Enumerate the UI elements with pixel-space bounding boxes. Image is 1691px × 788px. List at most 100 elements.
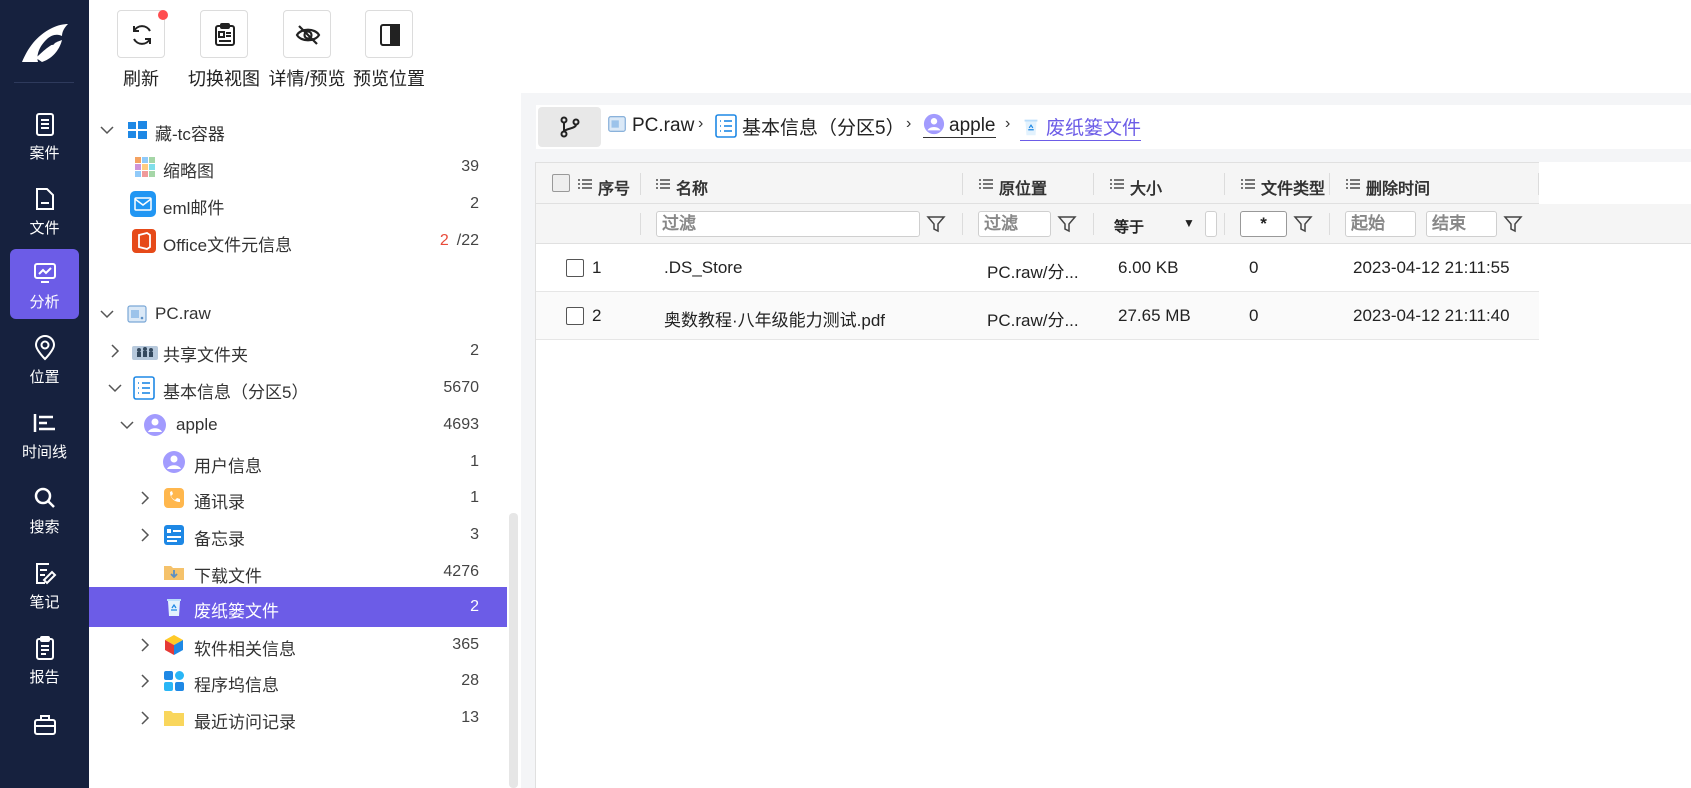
- select-all-checkbox[interactable]: [552, 174, 570, 192]
- breadcrumb-item-trash[interactable]: 废纸篓文件: [1020, 113, 1142, 141]
- search-icon: [34, 487, 55, 508]
- cell-size: 27.65 MB: [1118, 306, 1191, 325]
- evidence-tree: 藏-tc容器 缩略图 39 eml邮件 2 Office文件元信息 2/22 P…: [89, 110, 521, 788]
- app-logo-icon: [22, 24, 68, 62]
- list-icon: [979, 179, 993, 189]
- end-date-input[interactable]: 结束: [1426, 211, 1497, 237]
- tree-item-basic-info[interactable]: 基本信息（分区5） 5670: [89, 368, 507, 408]
- tree-item-label: 缩略图: [163, 162, 214, 181]
- chevron-right-icon: ›: [906, 115, 912, 132]
- eye-off-icon: [295, 25, 321, 45]
- tree-item-count: 4276: [443, 563, 479, 580]
- rail-label: 文件: [29, 220, 60, 237]
- filter-icon[interactable]: [1503, 214, 1523, 234]
- tree-item-apple[interactable]: apple 4693: [89, 405, 507, 445]
- filter-icon[interactable]: [1293, 214, 1313, 234]
- row-checkbox[interactable]: [566, 307, 584, 325]
- tree-item-office-meta[interactable]: Office文件元信息 2/22: [89, 221, 507, 261]
- filter-icon[interactable]: [926, 214, 946, 234]
- breadcrumb-label: 基本信息（分区5）: [742, 118, 905, 139]
- chevron-down-icon[interactable]: ▼: [1183, 216, 1195, 230]
- breadcrumb-item-pc-raw[interactable]: PC.raw: [606, 113, 694, 137]
- shared-folder-icon: [132, 346, 158, 360]
- folder-icon: [164, 711, 184, 726]
- chevron-down-icon: [100, 126, 114, 135]
- preview-position-label: 预览位置: [353, 69, 425, 89]
- user-avatar-icon: [923, 113, 945, 135]
- tree-item-downloads[interactable]: 下载文件 4276: [89, 552, 507, 592]
- tree-scrollbar[interactable]: [509, 513, 518, 788]
- list-icon: [1346, 179, 1360, 189]
- table-row[interactable]: 1 .DS_Store PC.raw/分... 6.00 KB 0 2023-0…: [536, 244, 1539, 292]
- branch-button[interactable]: [538, 107, 601, 147]
- user-avatar-icon: [163, 451, 185, 473]
- tree-item-user-info[interactable]: 用户信息 1: [89, 442, 507, 482]
- rail-item-location[interactable]: 位置: [10, 324, 79, 394]
- rail-item-search[interactable]: 搜索: [10, 474, 79, 544]
- name-filter-input[interactable]: 过滤: [656, 211, 920, 237]
- column-divider[interactable]: [640, 173, 641, 195]
- tree-item-eml-mail[interactable]: eml邮件 2: [89, 184, 507, 224]
- tree-item-memo[interactable]: 备忘录 3: [89, 515, 507, 555]
- rail-label: 分析: [29, 294, 60, 311]
- tree-item-count: 1: [470, 489, 479, 506]
- rail-item-timeline[interactable]: 时间线: [10, 399, 79, 469]
- tree-item-tc-container[interactable]: 藏-tc容器: [89, 110, 507, 150]
- location-filter-input[interactable]: 过滤: [978, 211, 1051, 237]
- size-operator-select[interactable]: 等于: [1114, 216, 1144, 237]
- column-divider[interactable]: [1538, 173, 1539, 195]
- notes-edit-icon: [35, 563, 56, 585]
- start-date-input[interactable]: 起始: [1345, 211, 1416, 237]
- rail-item-file[interactable]: 文件: [10, 175, 79, 245]
- rail-item-toolbox[interactable]: [10, 700, 79, 770]
- notification-dot: [158, 10, 168, 20]
- preview-position-button[interactable]: 预览位置: [344, 10, 434, 91]
- size-value-input[interactable]: [1205, 211, 1217, 237]
- row-checkbox[interactable]: [566, 259, 584, 277]
- mail-icon: [130, 191, 156, 217]
- rail-item-report[interactable]: 报告: [10, 624, 79, 694]
- column-divider[interactable]: [1329, 173, 1330, 195]
- tree-item-dock-info[interactable]: 程序坞信息 28: [89, 661, 507, 701]
- refresh-button-box: [117, 10, 168, 58]
- column-divider[interactable]: [1093, 173, 1094, 195]
- detail-preview-button[interactable]: 详情/预览: [262, 10, 352, 91]
- column-divider: [640, 213, 641, 235]
- list-icon: [1241, 179, 1255, 189]
- download-folder-icon: [164, 566, 184, 580]
- switch-view-button-box: [200, 10, 248, 58]
- rail-item-notes[interactable]: 笔记: [10, 549, 79, 619]
- tree-item-label: 程序坞信息: [194, 676, 279, 695]
- chevron-right-icon: [141, 638, 150, 652]
- chevron-right-icon: [141, 491, 150, 505]
- column-divider: [1224, 213, 1225, 235]
- table-row[interactable]: 2 奥数教程·八年级能力测试.pdf PC.raw/分... 27.65 MB …: [536, 292, 1539, 340]
- rail-item-analysis[interactable]: 分析: [10, 249, 79, 319]
- list-icon: [1110, 179, 1124, 189]
- breadcrumb-item-apple[interactable]: apple: [923, 113, 996, 138]
- tree-item-thumbnails[interactable]: 缩略图 39: [89, 147, 507, 187]
- switch-view-button[interactable]: 切换视图: [179, 10, 269, 91]
- tree-item-label: 废纸篓文件: [194, 602, 279, 621]
- rail-label: 报告: [29, 669, 60, 686]
- user-avatar-icon: [144, 414, 166, 436]
- column-divider[interactable]: [1224, 173, 1225, 195]
- tree-item-recent-access[interactable]: 最近访问记录 13: [89, 698, 507, 738]
- tree-item-pc-raw[interactable]: PC.raw: [89, 294, 507, 334]
- tree-item-trash[interactable]: 废纸篓文件 2: [89, 587, 507, 627]
- refresh-icon: [133, 25, 151, 45]
- filter-icon[interactable]: [1057, 214, 1077, 234]
- breadcrumb-item-basic-info[interactable]: 基本信息（分区5）: [714, 113, 905, 140]
- tree-item-count: 39: [461, 158, 479, 175]
- file-type-filter-input[interactable]: *: [1240, 211, 1287, 237]
- rail-label: 时间线: [21, 444, 67, 461]
- rail-item-case[interactable]: 案件: [10, 100, 79, 170]
- tree-item-shared-folder[interactable]: 共享文件夹 2: [89, 331, 507, 371]
- tree-item-software-info[interactable]: 软件相关信息 365: [89, 625, 507, 665]
- column-divider[interactable]: [962, 173, 963, 195]
- tree-item-contacts[interactable]: 通讯录 1: [89, 478, 507, 518]
- file-table: 序号 名称 原位置 大小 文件类型 删除时间 过滤 过滤 等于 ▼ * 起始 结…: [535, 162, 1691, 788]
- tree-item-label: 软件相关信息: [194, 640, 296, 659]
- refresh-button[interactable]: 刷新: [96, 10, 186, 91]
- tree-item-count: 2: [470, 195, 479, 212]
